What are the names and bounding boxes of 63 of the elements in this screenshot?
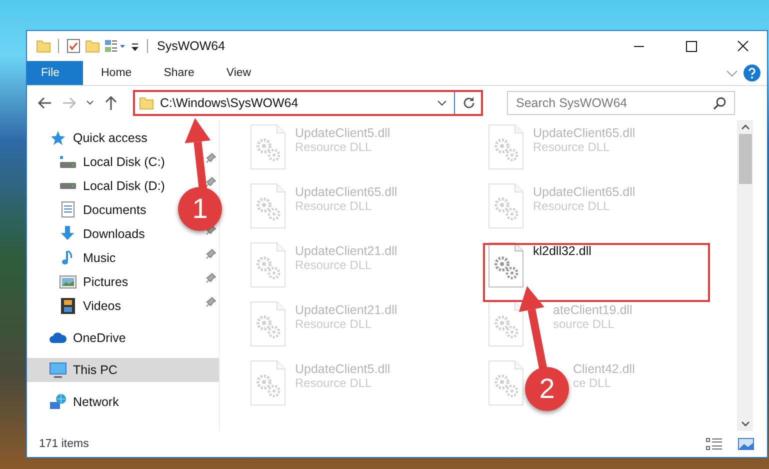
nav-item[interactable]: Network [49,390,123,414]
nav-item[interactable]: This PC [27,358,219,382]
pin-icon[interactable] [206,177,216,187]
nav-item-label: Pictures [83,275,128,289]
nav-item-label: Quick access [73,131,148,145]
nav-item[interactable]: Local Disk (D:) [59,174,169,198]
pin-icon[interactable] [206,249,216,259]
item-count: 171 items [39,438,89,450]
nav-item-label: Music [83,251,116,265]
folder-icon[interactable] [36,38,51,54]
dll-file-icon[interactable] [488,242,524,288]
nav-item-label: Videos [83,299,121,313]
nav-item[interactable]: Music [59,246,120,270]
monitor-icon [49,361,67,379]
address-path: C:\Windows\SysWOW64 [160,96,298,110]
nav-item[interactable]: Pictures [59,270,132,294]
forward-arrow-icon[interactable] [61,95,77,111]
ribbon-tab[interactable]: Home [87,61,146,85]
nav-item-label: OneDrive [73,331,126,345]
document-icon [59,201,77,219]
nav-item[interactable]: Videos [59,294,125,318]
nav-item[interactable]: Documents [59,198,150,222]
nav-item[interactable]: Downloads [59,222,149,246]
pin-icon[interactable] [206,273,216,283]
nav-item-label: Documents [83,203,146,217]
up-arrow-icon[interactable] [103,95,119,111]
nav-item[interactable]: OneDrive [49,326,130,350]
pin-icon[interactable] [206,153,216,163]
chevron-down-icon[interactable] [725,68,739,78]
folder-icon[interactable] [85,38,100,54]
nav-item-label: Local Disk (C:) [83,155,165,169]
pin-icon[interactable] [206,297,216,307]
details-view-icon[interactable] [705,437,723,451]
nav-item[interactable]: Local Disk (C:) [59,150,169,174]
help-icon[interactable] [743,64,761,82]
dll-file-icon[interactable] [488,301,524,347]
ribbon-tab[interactable]: Share [150,61,208,85]
scrollbar-thumb[interactable] [738,134,752,184]
nav-item-label: This PC [73,363,118,377]
nav-item[interactable]: Quick access [49,126,152,150]
nav-item-label: Network [73,395,119,409]
window-title: SysWOW64 [157,39,226,53]
nav-item-label: Downloads [83,227,145,241]
checklist-icon[interactable] [66,38,81,54]
scrollbar[interactable] [737,120,753,431]
drive-icon [59,155,77,169]
film-icon [59,297,77,315]
search-field[interactable]: Search SysWOW64 [507,91,735,115]
file-name[interactable]: kl2dll32.dll [533,244,592,258]
drive-icon [59,182,77,190]
ribbon-tab[interactable]: View [212,61,266,85]
properties-icon[interactable] [104,38,126,54]
refresh-icon[interactable] [461,95,477,111]
picture-icon [59,273,77,291]
file-menu-button[interactable]: File [27,61,83,85]
address-field[interactable]: C:\Windows\SysWOW64 [133,90,483,116]
search-icon[interactable] [713,96,727,110]
back-arrow-icon[interactable] [37,95,53,111]
network-globe-icon [49,393,67,411]
star-icon [49,129,67,147]
nav-item-label: Local Disk (D:) [83,179,165,193]
large-icons-view-icon[interactable] [737,437,755,451]
folder-icon [139,95,154,111]
